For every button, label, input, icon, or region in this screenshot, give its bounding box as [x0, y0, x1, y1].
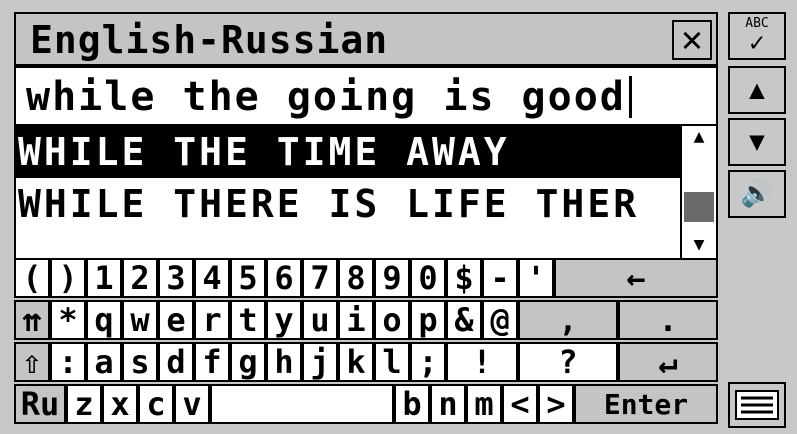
key-row1-7[interactable]: 6: [266, 258, 302, 298]
key-row2-8[interactable]: u: [302, 300, 338, 340]
key-row3-10[interactable]: l: [374, 342, 410, 382]
key-row4-3[interactable]: c: [138, 384, 174, 424]
keyboard-row-3: ⇧: a s d f g h j k l;!? ↵: [14, 342, 718, 384]
key-row2-12[interactable]: &: [446, 300, 482, 340]
key-row3-7[interactable]: h: [266, 342, 302, 382]
search-input-value: while the going is good: [26, 74, 626, 120]
key-row1-3[interactable]: 2: [122, 258, 158, 298]
space-key[interactable]: [210, 384, 394, 424]
key-row2-14[interactable]: ,: [518, 300, 618, 340]
key-row3-8[interactable]: j: [302, 342, 338, 382]
key-row4-11[interactable]: Enter: [574, 384, 718, 424]
key-row2-0[interactable]: ⇈: [14, 300, 50, 340]
key-row3-6[interactable]: g: [230, 342, 266, 382]
keyboard-row-1: () 1 2 3 4 5 6 7 8 9 0 $ - ' ←: [14, 258, 718, 300]
scroll-up-button[interactable]: ▲: [728, 66, 786, 114]
key-row3-0[interactable]: ⇧: [14, 342, 50, 382]
key-row1-1[interactable]: ): [50, 258, 86, 298]
key-row2-11[interactable]: p: [410, 300, 446, 340]
speaker-icon: 🔊: [740, 179, 774, 209]
down-arrow-icon: ▼: [749, 127, 765, 157]
key-row4-7[interactable]: n: [430, 384, 466, 424]
key-row3-11[interactable]: ;: [410, 342, 446, 382]
up-arrow-icon: ▲: [749, 75, 765, 105]
key-row2-10[interactable]: o: [374, 300, 410, 340]
results-list: WHILE THE TIME AWAY WHILE THERE IS LIFE …: [14, 126, 718, 258]
scroll-thumb[interactable]: [684, 192, 714, 222]
key-row2-15[interactable]: .: [618, 300, 718, 340]
result-item[interactable]: WHILE THERE IS LIFE THER: [16, 178, 684, 230]
keyboard-icon: [735, 390, 779, 420]
key-row4-10[interactable]: >: [538, 384, 574, 424]
scroll-up-arrow-icon[interactable]: ▲: [682, 126, 716, 147]
key-row2-7[interactable]: y: [266, 300, 302, 340]
key-row2-6[interactable]: t: [230, 300, 266, 340]
key-row3-1[interactable]: :: [50, 342, 86, 382]
scroll-down-arrow-icon[interactable]: ▼: [682, 234, 716, 255]
key-row3-3[interactable]: s: [122, 342, 158, 382]
key-row1-11[interactable]: 0: [410, 258, 446, 298]
results-scrollbar[interactable]: ▲ ▼: [680, 126, 716, 258]
key-row2-5[interactable]: r: [194, 300, 230, 340]
key-row3-5[interactable]: f: [194, 342, 230, 382]
scroll-down-button[interactable]: ▼: [728, 118, 786, 166]
keyboard-row-4: Ru z x c v b n m < > Enter: [14, 384, 718, 426]
key-row2-9[interactable]: i: [338, 300, 374, 340]
key-row1-4[interactable]: 3: [158, 258, 194, 298]
key-row3-14[interactable]: ↵: [618, 342, 718, 382]
app-title: English-Russian: [30, 18, 389, 62]
dictionary-window: English-Russian ✕ while the going is goo…: [0, 0, 797, 434]
pronounce-button[interactable]: 🔊: [728, 170, 786, 218]
result-item-selected[interactable]: WHILE THE TIME AWAY: [16, 126, 684, 178]
key-row3-2[interactable]: a: [86, 342, 122, 382]
key-row2-2[interactable]: q: [86, 300, 122, 340]
key-row1-10[interactable]: 9: [374, 258, 410, 298]
title-bar: English-Russian ✕: [14, 12, 718, 66]
key-row4-9[interactable]: <: [502, 384, 538, 424]
key-row4-2[interactable]: x: [102, 384, 138, 424]
key-row3-9[interactable]: k: [338, 342, 374, 382]
key-row1-5[interactable]: 4: [194, 258, 230, 298]
key-row1-6[interactable]: 5: [230, 258, 266, 298]
key-row1-9[interactable]: 8: [338, 258, 374, 298]
search-input-text: while the going is good: [26, 74, 632, 120]
key-row3-13[interactable]: ?: [518, 342, 618, 382]
close-icon[interactable]: ✕: [672, 20, 712, 60]
text-caret: [628, 76, 632, 118]
checkmark-icon: ✓: [749, 27, 765, 58]
key-row1-15[interactable]: ←: [554, 258, 718, 298]
key-row3-12[interactable]: !: [446, 342, 518, 382]
key-row1-2[interactable]: 1: [86, 258, 122, 298]
key-row2-13[interactable]: @: [482, 300, 518, 340]
key-row1-8[interactable]: 7: [302, 258, 338, 298]
keyboard-toggle-icon[interactable]: [728, 382, 786, 428]
key-row4-8[interactable]: m: [466, 384, 502, 424]
key-row1-0[interactable]: (: [14, 258, 50, 298]
key-row1-13[interactable]: -: [482, 258, 518, 298]
on-screen-keyboard: () 1 2 3 4 5 6 7 8 9 0 $ - ' ← ⇈ * q w e r t y u i o p & @,. ⇧: a s d f…: [14, 258, 718, 426]
keyboard-row-2: ⇈ * q w e r t y u i o p & @,.: [14, 300, 718, 342]
key-row2-3[interactable]: w: [122, 300, 158, 340]
key-row4-4[interactable]: v: [174, 384, 210, 424]
spellcheck-button[interactable]: ABC ✓: [728, 12, 786, 60]
key-row1-12[interactable]: $: [446, 258, 482, 298]
key-row1-14[interactable]: ': [518, 258, 554, 298]
key-row2-1[interactable]: *: [50, 300, 86, 340]
key-row4-0[interactable]: Ru: [14, 384, 66, 424]
key-row2-4[interactable]: e: [158, 300, 194, 340]
key-row3-4[interactable]: d: [158, 342, 194, 382]
key-row4-6[interactable]: b: [394, 384, 430, 424]
key-row4-1[interactable]: z: [66, 384, 102, 424]
search-input[interactable]: while the going is good: [14, 66, 718, 126]
